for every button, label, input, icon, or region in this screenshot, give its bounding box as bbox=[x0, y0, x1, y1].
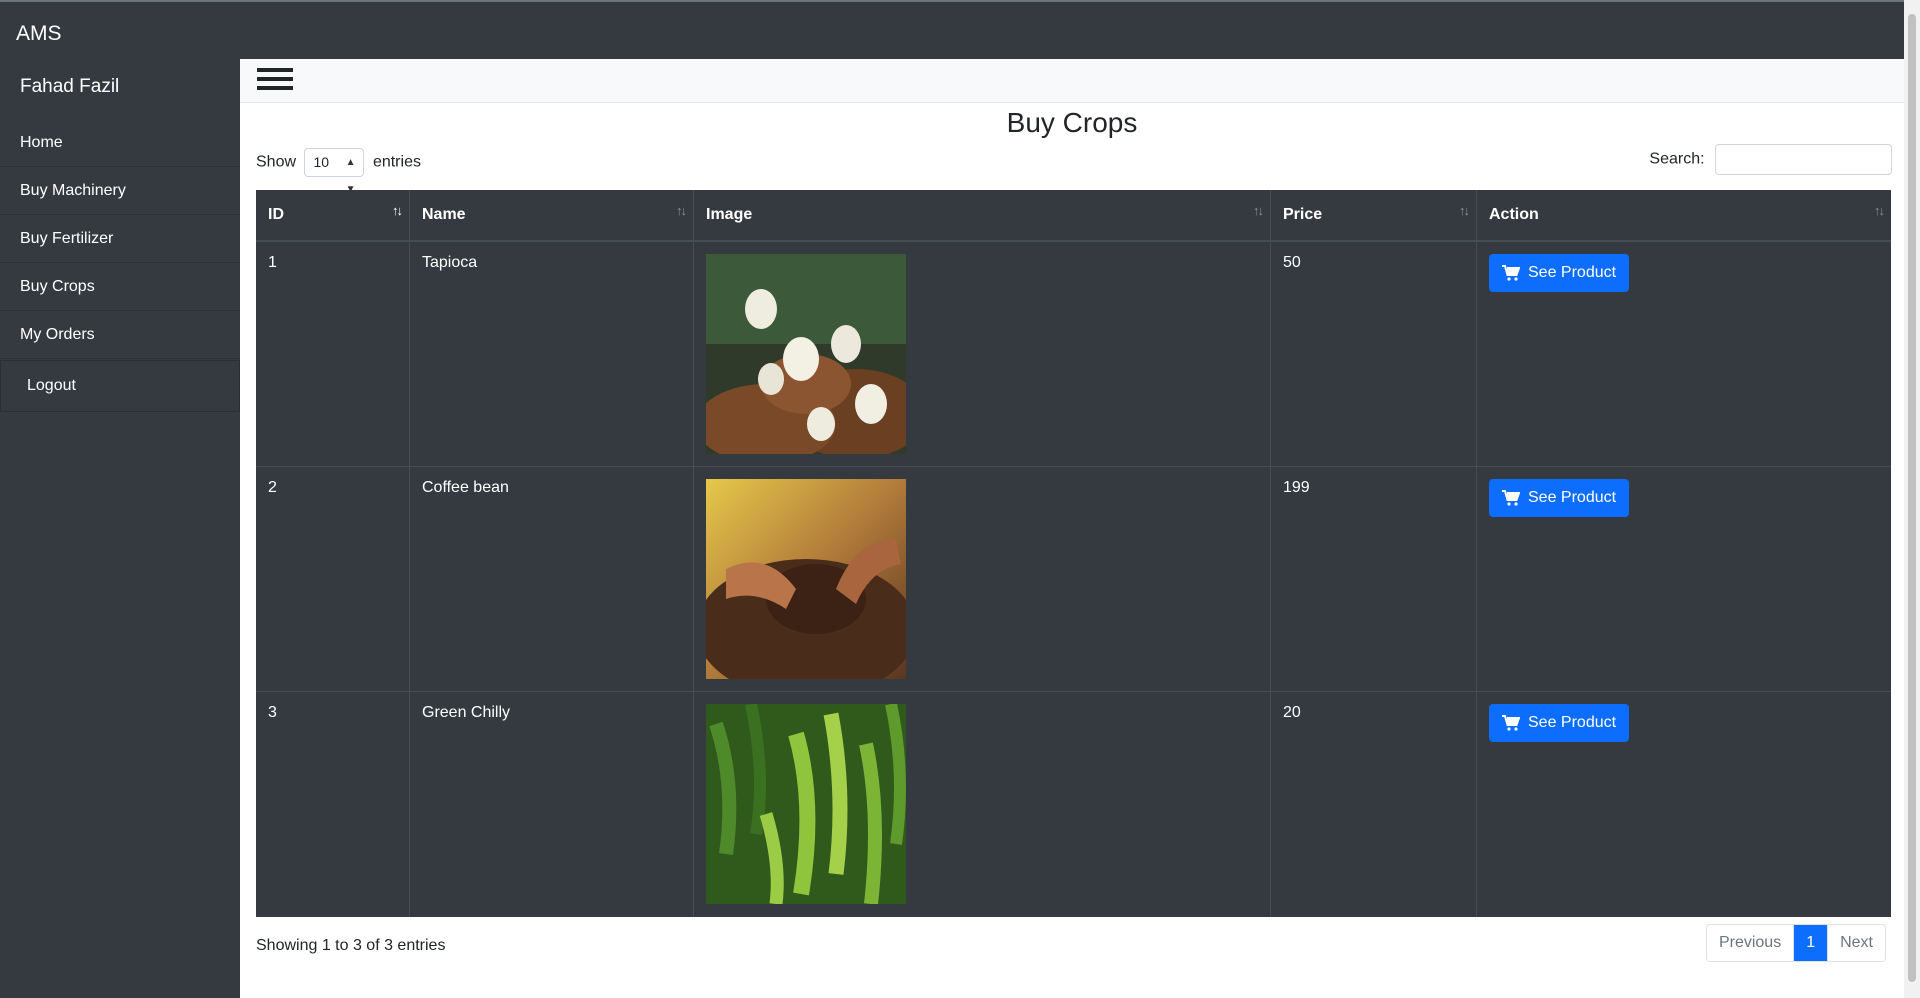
cell-name: Green Chilly bbox=[410, 692, 694, 917]
pagination-next[interactable]: Next bbox=[1828, 925, 1885, 961]
sidebar-item-buy-crops[interactable]: Buy Crops bbox=[0, 263, 240, 311]
table-row: 2 Coffee bean 199 See Product bbox=[256, 467, 1891, 692]
column-header-id[interactable]: ID ↑↓ bbox=[256, 190, 410, 240]
table-row: 1 Tapioca 50 See Product bbox=[256, 242, 1891, 467]
cell-image bbox=[694, 467, 1271, 691]
see-product-label: See Product bbox=[1528, 489, 1617, 506]
user-name: Fahad Fazil bbox=[20, 76, 120, 97]
sidebar-nav: Home Buy Machinery Buy Fertilizer Buy Cr… bbox=[0, 119, 240, 412]
cell-price: 20 bbox=[1271, 692, 1477, 917]
column-header-name[interactable]: Name ↑↓ bbox=[410, 190, 694, 240]
table-info: Showing 1 to 3 of 3 entries bbox=[256, 937, 446, 954]
sidebar-item-home[interactable]: Home bbox=[0, 119, 240, 167]
cell-action: See Product bbox=[1477, 692, 1891, 917]
cell-price: 199 bbox=[1271, 467, 1477, 691]
entries-length-value: 10 bbox=[313, 154, 330, 170]
tapioca-photo bbox=[706, 254, 906, 454]
green-chilly-photo bbox=[706, 704, 906, 904]
pagination: Previous 1 Next bbox=[1705, 924, 1886, 962]
column-header-image[interactable]: Image ↑↓ bbox=[694, 190, 1271, 240]
pagination-page-1[interactable]: 1 bbox=[1794, 925, 1829, 961]
sidebar: Fahad Fazil Home Buy Machinery Buy Ferti… bbox=[0, 59, 240, 998]
sidebar-item-my-orders[interactable]: My Orders bbox=[0, 311, 240, 359]
column-header-action[interactable]: Action ↑↓ bbox=[1477, 190, 1891, 240]
search-input[interactable] bbox=[1715, 144, 1892, 175]
sidebar-item-buy-fertilizer[interactable]: Buy Fertilizer bbox=[0, 215, 240, 263]
sort-icon: ↑↓ bbox=[676, 203, 687, 218]
cell-image bbox=[694, 692, 1271, 917]
sort-icon: ↑↓ bbox=[1874, 203, 1885, 218]
brand-logo[interactable]: AMS bbox=[16, 22, 62, 46]
toolbar bbox=[240, 59, 1904, 103]
top-navbar: AMS bbox=[0, 0, 1904, 59]
cell-name: Tapioca bbox=[410, 242, 694, 466]
see-product-button[interactable]: See Product bbox=[1489, 254, 1630, 292]
see-product-label: See Product bbox=[1528, 264, 1617, 281]
search-control: Search: bbox=[1649, 144, 1892, 175]
coffee-bean-photo bbox=[706, 479, 906, 679]
main-content: Buy Crops Show 10 ▲▼ entries Search: ID↑… bbox=[240, 59, 1904, 998]
cell-image bbox=[694, 242, 1271, 466]
crops-table: ID ↑↓ Name ↑↓ Image ↑↓ Price ↑↓ Action ↑↓ 1 T… bbox=[256, 190, 1891, 917]
table-header: ID ↑↓ Name ↑↓ Image ↑↓ Price ↑↓ Action ↑↓ bbox=[256, 190, 1891, 242]
hamburger-icon[interactable] bbox=[257, 68, 293, 94]
cell-name: Coffee bean bbox=[410, 467, 694, 691]
see-product-button[interactable]: See Product bbox=[1489, 479, 1630, 517]
cell-id: 3 bbox=[256, 692, 410, 917]
sort-icon: ↑↓ bbox=[1253, 203, 1264, 218]
logout-button[interactable]: Logout bbox=[0, 360, 240, 412]
cell-id: 2 bbox=[256, 467, 410, 691]
entries-length-select[interactable]: 10 ▲▼ bbox=[304, 148, 365, 195]
cell-price: 50 bbox=[1271, 242, 1477, 466]
cell-id: 1 bbox=[256, 242, 410, 466]
vertical-scrollbar[interactable] bbox=[1904, 0, 1920, 998]
scrollbar-thumb[interactable] bbox=[1908, 14, 1916, 982]
column-header-price[interactable]: Price ↑↓ bbox=[1271, 190, 1477, 240]
cart-icon bbox=[1502, 715, 1520, 731]
cart-icon bbox=[1502, 265, 1520, 281]
see-product-label: See Product bbox=[1528, 714, 1617, 731]
sort-icon: ↑↓ bbox=[1459, 203, 1470, 218]
table-row: 3 Green Chilly 20 See Product bbox=[256, 692, 1891, 917]
search-label: Search: bbox=[1649, 150, 1705, 168]
sort-icon: ↑↓ bbox=[392, 203, 403, 218]
entries-show-label: Show bbox=[256, 153, 297, 171]
cart-icon bbox=[1502, 490, 1520, 506]
see-product-button[interactable]: See Product bbox=[1489, 704, 1630, 742]
sidebar-item-buy-machinery[interactable]: Buy Machinery bbox=[0, 167, 240, 215]
cell-action: See Product bbox=[1477, 467, 1891, 691]
entries-length-control: Show 10 ▲▼ entries bbox=[256, 148, 421, 195]
cell-action: See Product bbox=[1477, 242, 1891, 466]
pagination-previous[interactable]: Previous bbox=[1706, 925, 1795, 961]
page-title: Buy Crops bbox=[1006, 107, 1138, 138]
entries-suffix-label: entries bbox=[372, 153, 421, 171]
